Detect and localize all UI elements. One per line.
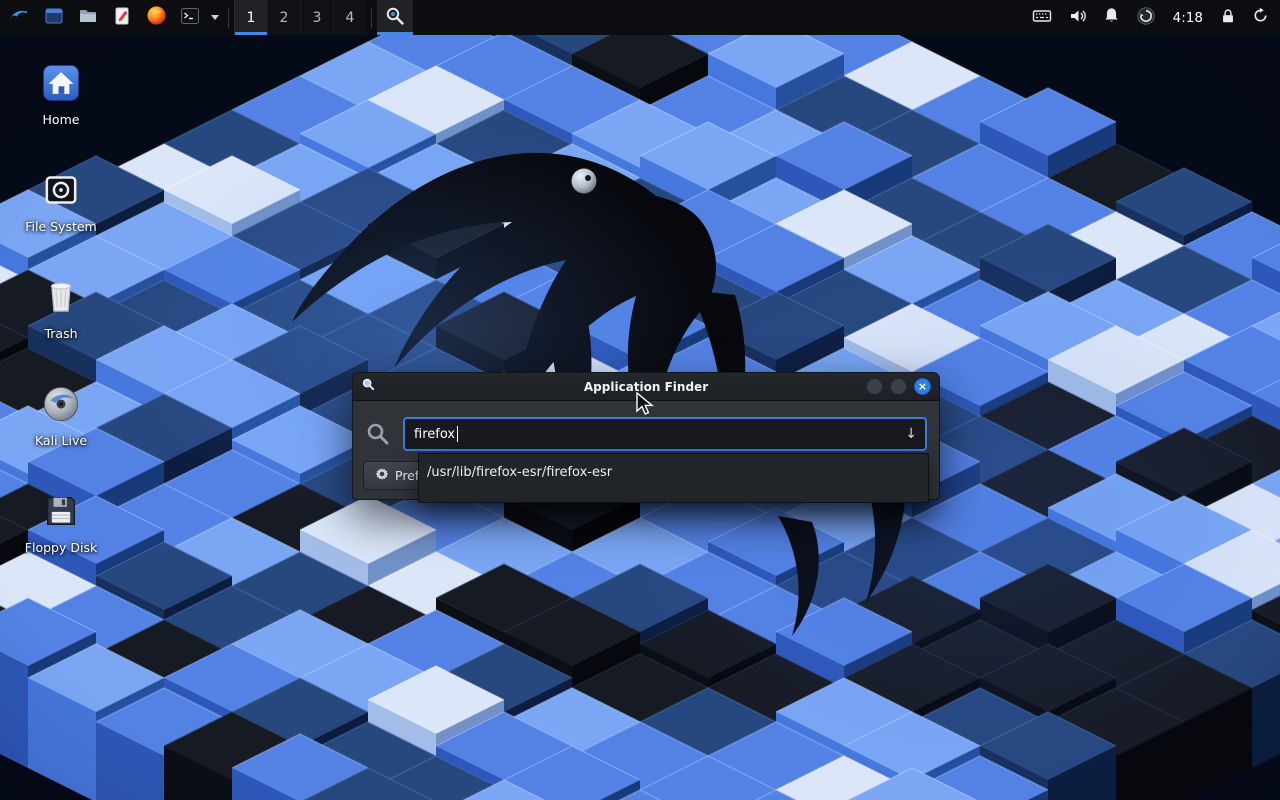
search-row: firefox ↓ (353, 401, 939, 451)
combo-dropdown-arrow-icon[interactable]: ↓ (905, 426, 917, 442)
workspace-4[interactable]: 4 (333, 0, 366, 35)
keyboard-icon (1032, 6, 1052, 30)
application-finder-window: Application Finder × firefox ↓ Preferenc… (352, 372, 940, 500)
gear-icon (375, 467, 389, 484)
desktop-icon-label: Kali Live (35, 434, 87, 448)
large-search-icon (365, 421, 403, 447)
desktop-icon-label: File System (25, 220, 97, 234)
desktop-icon-label: Home (43, 113, 80, 127)
desktop-icon-file-system[interactable]: File System (8, 159, 114, 266)
search-input-text: firefox (414, 427, 455, 442)
panel-left-cluster: 1 2 3 4 (0, 0, 413, 35)
session-menu-button[interactable] (1244, 0, 1276, 35)
titlebar-buttons: × (866, 378, 931, 395)
desktop-icon-trash[interactable]: Trash (8, 266, 114, 373)
bell-icon (1102, 6, 1121, 29)
workspace-3[interactable]: 3 (300, 0, 333, 35)
lock-icon (1219, 7, 1237, 29)
panel-separator (371, 8, 372, 28)
titlebar[interactable]: Application Finder × (353, 373, 939, 401)
restart-arrow-icon (1251, 6, 1270, 29)
text-editor-launcher-button[interactable] (105, 0, 139, 35)
file-system-icon (41, 167, 81, 213)
firefox-icon (146, 5, 167, 30)
desktop-icon-label: Floppy Disk (25, 541, 97, 555)
terminal-dropdown-button[interactable] (207, 0, 223, 35)
lock-screen-button[interactable] (1212, 0, 1244, 35)
terminal-icon (180, 6, 200, 30)
app-finder-window-icon (361, 377, 376, 396)
file-manager-launcher-button[interactable] (71, 0, 105, 35)
applications-menu-button[interactable] (0, 0, 37, 35)
desktop-icon-home[interactable]: Home (8, 52, 114, 159)
keyboard-layout-button[interactable] (1024, 0, 1060, 35)
application-finder-taskbar-button[interactable] (377, 0, 413, 35)
top-panel: 1 2 3 4 (0, 0, 1280, 35)
desktop-icon-column: Home File System Trash Kali Live Floppy … (8, 52, 114, 587)
panel-tray: 4:18 (1024, 0, 1280, 35)
trash-icon (41, 274, 81, 320)
maximize-button[interactable] (890, 378, 907, 395)
volume-icon (1068, 6, 1088, 30)
search-input[interactable]: firefox ↓ (403, 417, 927, 451)
kali-desktop: Home File System Trash Kali Live Floppy … (0, 0, 1280, 800)
text-editor-icon (112, 6, 132, 30)
window-launcher-button[interactable] (37, 0, 71, 35)
home-icon (41, 60, 81, 106)
workspace-2[interactable]: 2 (267, 0, 300, 35)
panel-separator (228, 8, 229, 28)
firefox-launcher-button[interactable] (139, 0, 173, 35)
kali-logo-icon (7, 4, 31, 32)
desktop-icon-floppy[interactable]: Floppy Disk (8, 480, 114, 587)
folder-icon (78, 6, 98, 30)
cd-disc-icon (40, 381, 82, 427)
search-results-dropdown: /usr/lib/firefox-esr/firefox-esr (418, 453, 929, 503)
desktop-icon-kali-live[interactable]: Kali Live (8, 373, 114, 480)
workspace-1[interactable]: 1 (234, 0, 267, 35)
search-icon (384, 5, 406, 31)
window-title: Application Finder (353, 380, 939, 394)
search-result-item[interactable]: /usr/lib/firefox-esr/firefox-esr (421, 460, 926, 485)
floppy-disk-icon (41, 488, 81, 534)
chevron-down-icon (211, 15, 219, 20)
status-indicator-icon (1136, 6, 1156, 30)
minimize-button[interactable] (866, 378, 883, 395)
volume-button[interactable] (1060, 0, 1096, 35)
text-caret (457, 426, 458, 442)
window-icon (44, 6, 64, 30)
terminal-launcher-button[interactable] (173, 0, 207, 35)
close-button[interactable]: × (914, 378, 931, 395)
desktop-icon-label: Trash (44, 327, 77, 341)
status-indicator-button[interactable] (1128, 0, 1164, 35)
notifications-button[interactable] (1096, 0, 1128, 35)
panel-clock[interactable]: 4:18 (1164, 0, 1212, 35)
